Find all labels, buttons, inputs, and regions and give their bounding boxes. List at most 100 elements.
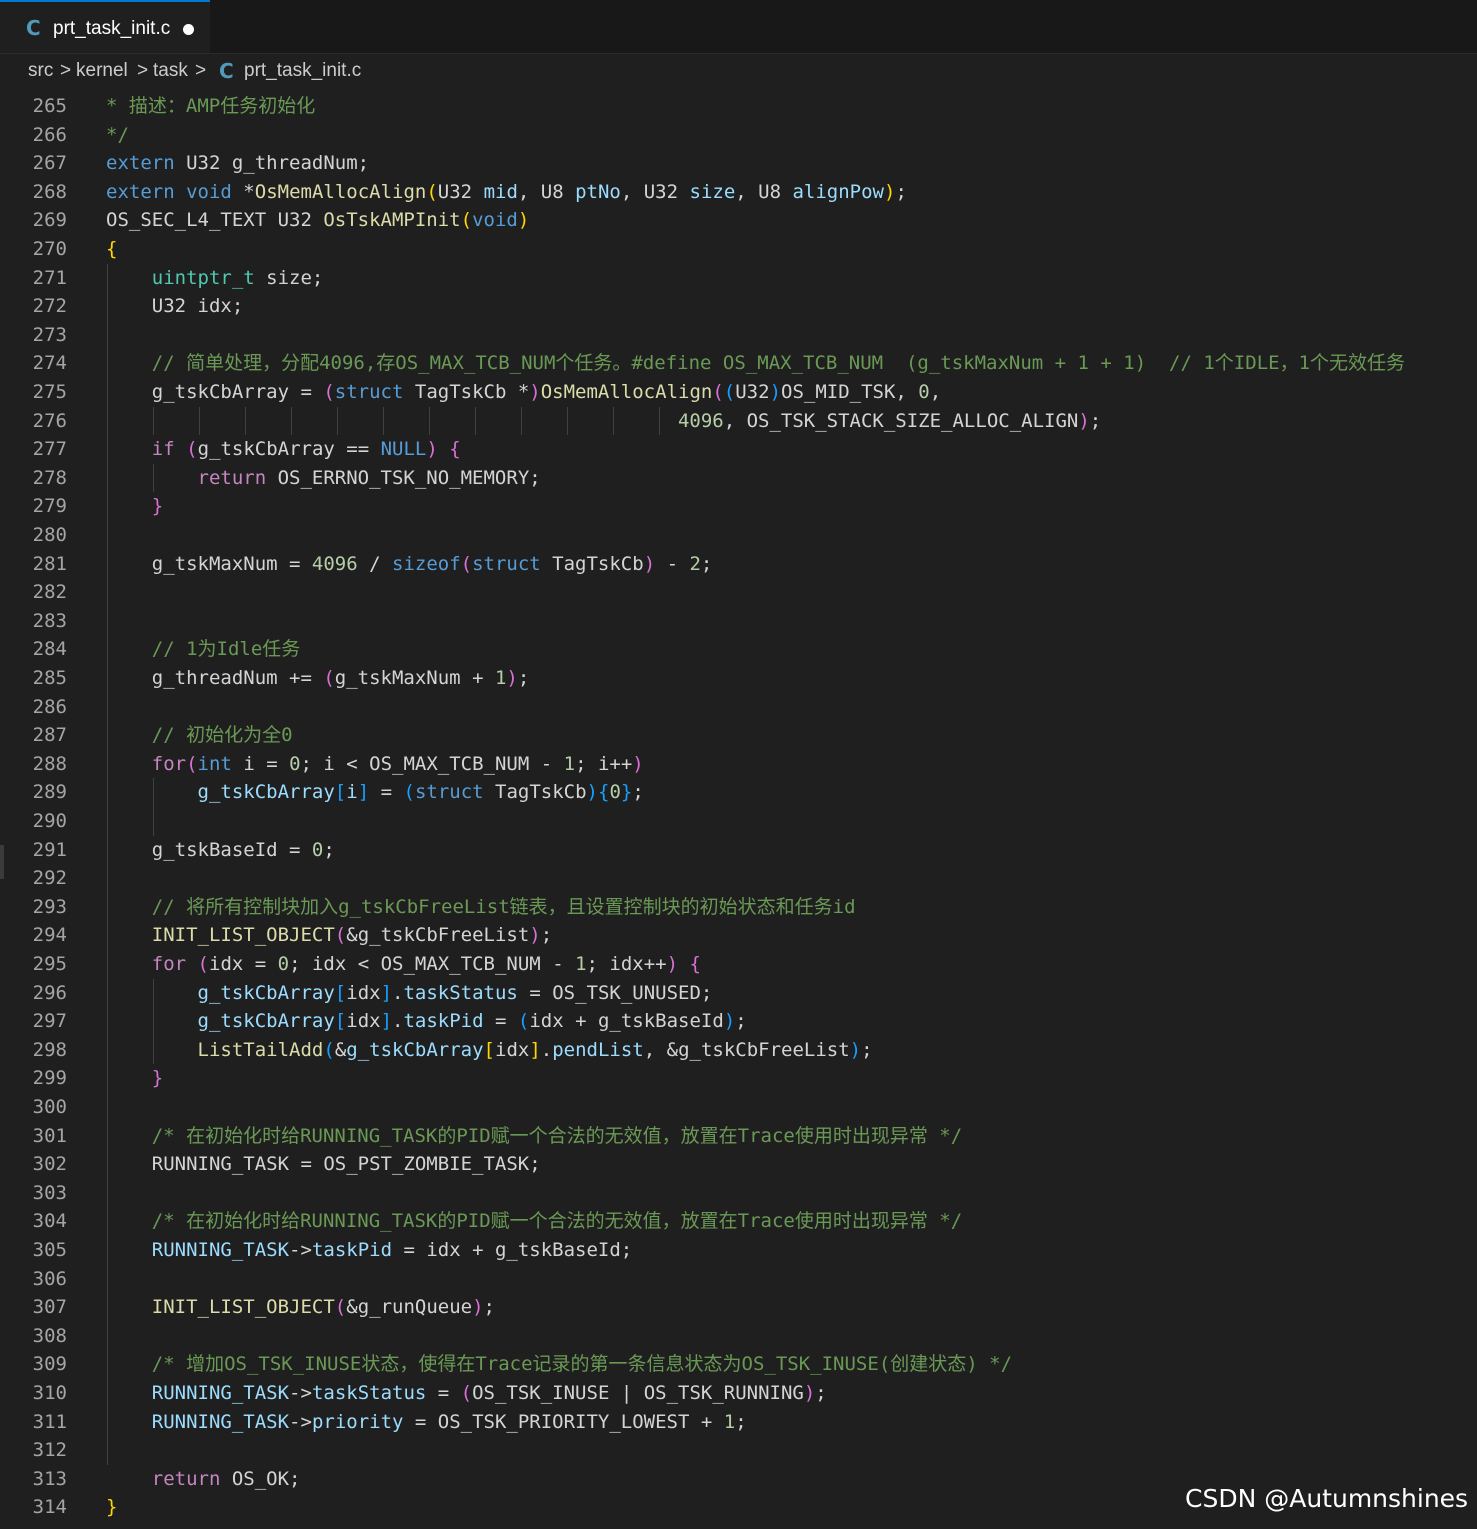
code-text: RUNNING_TASK = OS_PST_ZOMBIE_TASK;	[106, 1153, 541, 1176]
code-line[interactable]: 291 g_tskBaseId = 0;	[0, 836, 1477, 865]
code-line[interactable]: 268 extern void *OsMemAllocAlign(U32 mid,…	[0, 178, 1477, 207]
code-line[interactable]: 286	[0, 693, 1477, 722]
line-number: 273	[32, 323, 67, 346]
code-line[interactable]: 281 g_tskMaxNum = 4096 / sizeof(struct T…	[0, 550, 1477, 579]
scroll-marker	[0, 845, 4, 879]
code-text: OS_SEC_L4_TEXT U32 OsTskAMPInit(void)	[106, 209, 530, 232]
line-number: 310	[32, 1382, 67, 1404]
code-line[interactable]: 294 INIT_LIST_OBJECT(&g_tskCbFreeList);	[0, 921, 1477, 950]
code-text: INIT_LIST_OBJECT(&g_tskCbFreeList);	[151, 924, 553, 947]
code-line[interactable]: 283	[0, 607, 1477, 636]
code-text: g_tskCbArray[idx].taskStatus = OS_TSK_UN…	[197, 981, 713, 1004]
line-number: 280	[32, 524, 67, 546]
code-line[interactable]: 303	[0, 1179, 1477, 1208]
code-line[interactable]: 277 if (g_tskCbArray == NULL) {	[0, 435, 1477, 464]
code-line[interactable]: 274 // 简单处理，分配4096,存OS_MAX_TCB_NUM个任务。#d…	[0, 349, 1477, 378]
line-number: 275	[32, 381, 67, 403]
breadcrumb-separator: >	[195, 60, 207, 81]
code-line[interactable]: 306	[0, 1265, 1477, 1294]
indent-guide	[475, 406, 476, 436]
code-line[interactable]: 304 /* 在初始化时给RUNNING_TASK的PID赋一个合法的无效值，放…	[0, 1207, 1477, 1236]
code-line[interactable]: 279 }	[0, 492, 1477, 521]
code-line[interactable]: 301 /* 在初始化时给RUNNING_TASK的PID赋一个合法的无效值，放…	[0, 1122, 1477, 1151]
code-line[interactable]: 276 4096, OS_TSK_STACK_SIZE_ALLOC_ALIGN)…	[0, 407, 1477, 436]
line-number: 276	[32, 409, 67, 432]
breadcrumb-file[interactable]: prt_task_init.c	[244, 60, 361, 82]
code-line[interactable]: 288 for(int i = 0; i < OS_MAX_TCB_NUM - …	[0, 750, 1477, 779]
code-line[interactable]: 302 RUNNING_TASK = OS_PST_ZOMBIE_TASK;	[0, 1150, 1477, 1179]
line-number: 289	[32, 781, 67, 804]
code-line[interactable]: 270 {	[0, 235, 1477, 264]
code-line[interactable]: 290	[0, 807, 1477, 836]
code-line[interactable]: 265 * 描述：AMP任务初始化	[0, 92, 1477, 121]
indent-guide	[245, 406, 246, 436]
code-text: RUNNING_TASK->taskPid = idx + g_tskBaseI…	[151, 1239, 633, 1261]
code-line[interactable]: 273	[0, 321, 1477, 350]
code-text: /* 在初始化时给RUNNING_TASK的PID赋一个合法的无效值，放置在Tr…	[151, 1124, 963, 1147]
code-line[interactable]: 312	[0, 1436, 1477, 1465]
code-line[interactable]: 287 // 初始化为全0	[0, 721, 1477, 750]
indent-guide	[199, 406, 200, 436]
indent-guide	[337, 406, 338, 436]
code-line[interactable]: 266 */	[0, 121, 1477, 150]
unsaved-dot-icon[interactable]	[183, 24, 194, 35]
code-line[interactable]: 297 g_tskCbArray[idx].taskPid = (idx + g…	[0, 1007, 1477, 1036]
indent-guide	[291, 406, 292, 436]
code-line[interactable]: 285 g_threadNum += (g_tskMaxNum + 1);	[0, 664, 1477, 693]
code-line[interactable]: 308	[0, 1322, 1477, 1351]
code-text: if (g_tskCbArray == NULL) {	[151, 438, 461, 461]
line-number: 278	[32, 466, 67, 489]
code-line[interactable]: 269 OS_SEC_L4_TEXT U32 OsTskAMPInit(void)	[0, 206, 1477, 235]
breadcrumb-src[interactable]: src	[28, 60, 53, 82]
indent-guide	[153, 978, 154, 1065]
code-line[interactable]: 298 ListTailAdd(&g_tskCbArray[idx].pendL…	[0, 1036, 1477, 1065]
code-line[interactable]: 284 // 1为Idle任务	[0, 635, 1477, 664]
line-number: 295	[32, 953, 67, 975]
line-number: 299	[32, 1067, 67, 1090]
line-number: 288	[32, 752, 67, 775]
code-line[interactable]: 311 RUNNING_TASK->priority = OS_TSK_PRIO…	[0, 1408, 1477, 1437]
code-editor[interactable]: 265 * 描述：AMP任务初始化 266 */ 267 extern U32 g_thr…	[0, 92, 1477, 1529]
code-line[interactable]: 267 extern U32 g_threadNum;	[0, 149, 1477, 178]
indent-guide	[153, 463, 154, 493]
code-line[interactable]: 271 uintptr_t size;	[0, 264, 1477, 293]
line-number: 277	[32, 438, 67, 461]
code-line[interactable]: 310 RUNNING_TASK->taskStatus = (OS_TSK_I…	[0, 1379, 1477, 1408]
tab-title: prt_task_init.c	[53, 18, 171, 39]
code-line[interactable]: 295 for (idx = 0; idx < OS_MAX_TCB_NUM -…	[0, 950, 1477, 979]
code-line[interactable]: 292	[0, 864, 1477, 893]
indent-guide	[383, 406, 384, 436]
code-line[interactable]: 293 // 将所有控制块加入g_tskCbFreeList链表，且设置控制块的…	[0, 893, 1477, 922]
indent-guide	[567, 406, 568, 436]
line-number: 284	[32, 638, 67, 661]
tab-prt-task-init[interactable]: C prt_task_init.c	[0, 0, 210, 53]
line-number: 308	[32, 1324, 67, 1347]
code-text: // 1为Idle任务	[151, 638, 301, 661]
code-text: for (idx = 0; idx < OS_MAX_TCB_NUM - 1; …	[151, 953, 701, 975]
line-number: 306	[32, 1267, 67, 1290]
code-line[interactable]: 282	[0, 578, 1477, 607]
code-text: // 简单处理，分配4096,存OS_MAX_TCB_NUM个任务。#defin…	[151, 352, 1406, 375]
code-line[interactable]: 307 INIT_LIST_OBJECT(&g_runQueue);	[0, 1293, 1477, 1322]
line-number: 305	[32, 1239, 67, 1261]
tab-bar: C prt_task_init.c	[0, 0, 1477, 54]
code-line[interactable]: 309 /* 增加OS_TSK_INUSE状态，使得在Trace记录的第一条信息…	[0, 1350, 1477, 1379]
code-line[interactable]: 289 g_tskCbArray[i] = (struct TagTskCb){…	[0, 778, 1477, 807]
line-number: 302	[32, 1153, 67, 1176]
code-text: /* 在初始化时给RUNNING_TASK的PID赋一个合法的无效值，放置在Tr…	[151, 1210, 963, 1233]
code-line[interactable]: 305 RUNNING_TASK->taskPid = idx + g_tskB…	[0, 1236, 1477, 1265]
code-text: return OS_OK;	[151, 1467, 301, 1490]
breadcrumb-kernel[interactable]: kernel	[76, 60, 128, 82]
code-line[interactable]: 278 return OS_ERRNO_TSK_NO_MEMORY;	[0, 464, 1477, 493]
csdn-watermark: CSDN @Autumnshines	[1185, 1484, 1469, 1513]
indent-guide	[153, 778, 154, 836]
code-line[interactable]: 272 U32 idx;	[0, 292, 1477, 321]
line-number: 311	[32, 1410, 67, 1433]
code-text: uintptr_t size;	[151, 266, 324, 289]
code-line[interactable]: 296 g_tskCbArray[idx].taskStatus = OS_TS…	[0, 979, 1477, 1008]
code-line[interactable]: 275 g_tskCbArray = (struct TagTskCb *)Os…	[0, 378, 1477, 407]
breadcrumb-task[interactable]: task	[153, 60, 188, 82]
code-line[interactable]: 300	[0, 1093, 1477, 1122]
code-line[interactable]: 280	[0, 521, 1477, 550]
code-line[interactable]: 299 }	[0, 1064, 1477, 1093]
